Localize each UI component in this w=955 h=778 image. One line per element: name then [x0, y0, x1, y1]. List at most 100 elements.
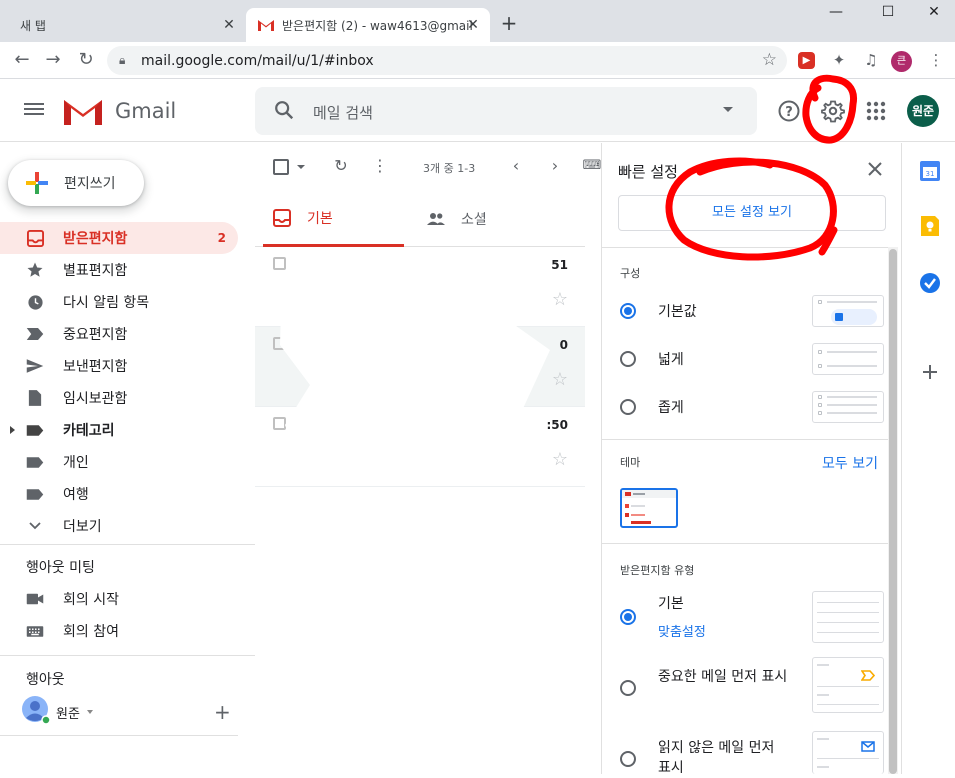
inbox-type-preview-unread[interactable]	[812, 731, 884, 774]
sidebar-item-important[interactable]: 중요편지함	[0, 318, 255, 350]
tab-label: 소셜	[461, 212, 487, 228]
inbox-type-section-title: 받은편지함 유형	[620, 564, 695, 577]
tasks-icon[interactable]	[919, 272, 941, 294]
tab-label: 기본	[307, 210, 333, 227]
sidebar-item-inbox[interactable]: 받은편지함 2	[0, 222, 238, 254]
browser-profile-avatar[interactable]: 큰	[891, 51, 912, 72]
refresh-icon[interactable]: ↻	[330, 155, 352, 177]
sidebar-item-label: 별표편지함	[63, 263, 128, 279]
gmail-header: Gmail 메일 검색 ? 원준	[0, 80, 955, 142]
sidebar-item-label: 다시 알림 항목	[63, 295, 150, 311]
star-icon	[26, 261, 44, 279]
extension-red-icon[interactable]: ▶	[798, 52, 815, 69]
close-window-button[interactable]: ✕	[924, 4, 944, 24]
tab-new-tab[interactable]: 새 탭 ✕	[0, 8, 246, 42]
tab-close-icon[interactable]: ✕	[464, 16, 482, 34]
tab-primary[interactable]: 기본	[263, 191, 404, 247]
more-options-icon[interactable]: ⋮	[369, 155, 391, 177]
sidebar-item-categories[interactable]: 카테고리	[0, 414, 255, 446]
meet-join-item[interactable]: 회의 참여	[0, 615, 255, 647]
apps-grid-icon[interactable]	[864, 99, 888, 123]
theme-section-title: 테마	[620, 456, 641, 469]
inbox-type-preview-default[interactable]	[812, 591, 884, 643]
quick-settings-title: 빠른 설정	[618, 163, 678, 181]
side-apps-panel: 31	[901, 143, 955, 774]
input-tools-keyboard-icon[interactable]: ⌨	[581, 155, 603, 177]
reload-icon[interactable]: ↻	[74, 48, 98, 72]
radio-button[interactable]	[620, 751, 636, 767]
tab-title: 새 탭	[20, 18, 46, 33]
density-preview-compact[interactable]	[812, 391, 884, 423]
sidebar-item-more[interactable]: 더보기	[0, 510, 255, 542]
sidebar-item-personal[interactable]: 개인	[0, 446, 255, 478]
meet-start-item[interactable]: 회의 시작	[0, 583, 255, 615]
search-icon[interactable]	[273, 99, 295, 121]
svg-text:?: ?	[785, 105, 793, 120]
radio-button[interactable]	[620, 609, 636, 625]
message-time: 0	[559, 338, 568, 352]
meet-item-label: 회의 참여	[63, 624, 119, 640]
maximize-button[interactable]: ☐	[878, 4, 898, 24]
people-icon	[427, 213, 445, 225]
prev-page-icon[interactable]: ‹	[505, 155, 527, 177]
sidebar-divider	[0, 655, 255, 656]
expand-arrow-icon[interactable]	[10, 426, 15, 434]
inbox-type-preview-important[interactable]	[812, 657, 884, 713]
next-page-icon[interactable]: ›	[544, 155, 566, 177]
radio-button[interactable]	[620, 351, 636, 367]
sidebar-item-snoozed[interactable]: 다시 알림 항목	[0, 286, 255, 318]
close-icon[interactable]	[865, 159, 885, 179]
help-icon[interactable]: ?	[777, 99, 801, 123]
forward-arrow-icon[interactable]: →	[41, 48, 65, 72]
customize-link[interactable]: 맞춤설정	[658, 621, 706, 640]
gmail-logo-icon[interactable]	[64, 97, 102, 125]
compose-plus-icon	[26, 172, 48, 194]
sidebar-item-travel[interactable]: 여행	[0, 478, 255, 510]
option-label: 넓게	[658, 352, 684, 368]
radio-button[interactable]	[620, 680, 636, 696]
new-tab-button[interactable]: +	[498, 12, 520, 34]
tab-close-icon[interactable]: ✕	[220, 16, 238, 34]
settings-gear-icon[interactable]	[821, 99, 845, 123]
select-options-caret-icon[interactable]	[297, 165, 305, 169]
select-all-checkbox[interactable]	[273, 159, 289, 175]
keep-icon[interactable]	[919, 215, 941, 237]
compose-button[interactable]: 편지쓰기	[8, 160, 144, 206]
minimize-button[interactable]: —	[826, 4, 846, 24]
tab-social[interactable]: 소셜	[425, 191, 487, 247]
extensions-puzzle-icon[interactable]: ✦	[829, 50, 849, 70]
url-text: mail.google.com/mail/u/1/#inbox	[141, 52, 374, 69]
back-arrow-icon[interactable]: ←	[10, 48, 34, 72]
theme-preview-thumbnail[interactable]	[620, 488, 678, 528]
sidebar-item-sent[interactable]: 보낸편지함	[0, 350, 255, 382]
calendar-icon[interactable]: 31	[919, 160, 941, 182]
density-preview-comfortable[interactable]	[812, 343, 884, 375]
sidebar-item-label: 개인	[63, 455, 89, 471]
see-all-settings-button[interactable]: 모든 설정 보기	[618, 195, 886, 231]
important-marker-icon	[861, 670, 875, 681]
add-addon-icon[interactable]	[919, 361, 941, 383]
main-menu-icon[interactable]	[24, 100, 44, 118]
density-preview-default[interactable]	[812, 295, 884, 327]
svg-text:31: 31	[926, 170, 935, 178]
hangouts-section-title: 행아웃	[26, 672, 65, 688]
theme-view-all-link[interactable]: 모두 보기	[822, 453, 878, 473]
url-bar[interactable]: 🔒︎ mail.google.com/mail/u/1/#inbox ☆	[107, 46, 787, 75]
add-contact-button[interactable]: +	[214, 700, 231, 724]
bookmark-star-icon[interactable]: ☆	[762, 50, 777, 70]
radio-button[interactable]	[620, 399, 636, 415]
sidebar-item-drafts[interactable]: 임시보관함	[0, 382, 255, 414]
hangouts-user-avatar[interactable]	[22, 696, 51, 725]
media-queue-icon[interactable]: ♫	[861, 50, 881, 70]
mail-envelope-icon	[861, 741, 875, 752]
sidebar-item-starred[interactable]: 별표편지함	[0, 254, 255, 286]
status-caret-icon[interactable]	[87, 710, 93, 714]
sidebar-divider	[0, 544, 255, 545]
browser-menu-icon[interactable]: ⋮	[926, 50, 946, 70]
radio-button[interactable]	[620, 303, 636, 319]
account-avatar[interactable]: 원준	[907, 95, 939, 127]
tab-gmail[interactable]: 받은편지함 (2) - waw4613@gmail... ✕	[246, 8, 490, 42]
search-options-caret-icon[interactable]	[723, 107, 733, 112]
mail-search-box[interactable]: 메일 검색	[255, 87, 757, 135]
hangouts-user-name[interactable]: 원준	[56, 703, 80, 722]
